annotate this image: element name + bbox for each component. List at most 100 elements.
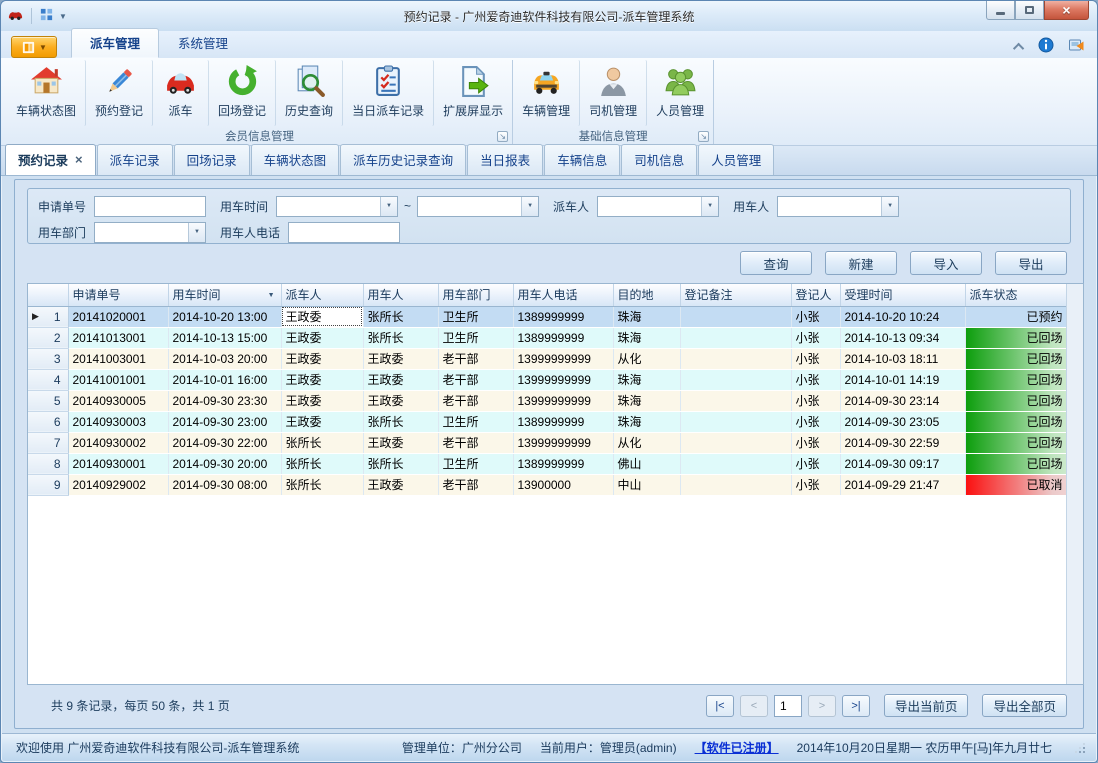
cell-dept[interactable]: 老干部: [438, 474, 513, 495]
cell-dept[interactable]: 老干部: [438, 432, 513, 453]
cell-remark[interactable]: [680, 306, 791, 327]
chevron-down-icon[interactable]: [188, 223, 205, 242]
chevron-down-icon[interactable]: [881, 197, 898, 216]
today-dispatch-records-button[interactable]: 当日派车记录: [343, 60, 434, 126]
cell-status[interactable]: 已回场: [965, 369, 1068, 390]
cell-accept_time[interactable]: 2014-10-20 10:24: [840, 306, 965, 327]
cell-remark[interactable]: [680, 453, 791, 474]
cell-dispatcher[interactable]: 王政委: [281, 369, 363, 390]
cell-dispatcher[interactable]: 张所长: [281, 453, 363, 474]
cell-destination[interactable]: 从化: [613, 432, 680, 453]
use-time-from-combo[interactable]: [276, 196, 398, 217]
chevron-down-icon[interactable]: [380, 197, 397, 216]
history-query-button[interactable]: 历史查询: [276, 60, 343, 126]
cell-request_no[interactable]: 20140930005: [68, 390, 168, 411]
phone-input[interactable]: [288, 222, 400, 243]
table-row[interactable]: 3201410030012014-10-03 20:00王政委王政委老干部139…: [28, 348, 1068, 369]
ribbon-tab-dispatch[interactable]: 派车管理: [71, 28, 159, 58]
reservation-register-button[interactable]: 预约登记: [86, 60, 153, 126]
cell-registrar[interactable]: 小张: [791, 432, 840, 453]
cell-status[interactable]: 已回场: [965, 348, 1068, 369]
doc-tab-5[interactable]: 派车历史记录查询: [340, 144, 466, 175]
cell-user[interactable]: 张所长: [363, 453, 438, 474]
cell-status[interactable]: 已回场: [965, 432, 1068, 453]
cell-request_no[interactable]: 20140930001: [68, 453, 168, 474]
cell-phone[interactable]: 1389999999: [513, 453, 613, 474]
cell-dispatcher[interactable]: 王政委: [281, 348, 363, 369]
cell-phone[interactable]: 13999999999: [513, 369, 613, 390]
cell-remark[interactable]: [680, 432, 791, 453]
export-current-page-button[interactable]: 导出当前页: [884, 694, 969, 717]
doc-tab-2[interactable]: 派车记录: [97, 144, 173, 175]
cell-dispatcher[interactable]: 王政委: [281, 390, 363, 411]
cell-accept_time[interactable]: 2014-10-13 09:34: [840, 327, 965, 348]
table-row[interactable]: 4201410010012014-10-01 16:00王政委王政委老干部139…: [28, 369, 1068, 390]
cell-remark[interactable]: [680, 348, 791, 369]
column-header-registrar[interactable]: 登记人: [791, 284, 840, 306]
return-register-button[interactable]: 回场登记: [209, 60, 276, 126]
export-button[interactable]: 导出: [995, 251, 1067, 275]
cell-destination[interactable]: 珠海: [613, 390, 680, 411]
export-all-pages-button[interactable]: 导出全部页: [982, 694, 1067, 717]
row-indicator-cell[interactable]: 1: [28, 306, 68, 327]
vehicle-status-map-button[interactable]: 车辆状态图: [7, 60, 86, 126]
cell-destination[interactable]: 从化: [613, 348, 680, 369]
column-header-destination[interactable]: 目的地: [613, 284, 680, 306]
table-row[interactable]: 2201410130012014-10-13 15:00王政委张所长卫生所138…: [28, 327, 1068, 348]
cell-user[interactable]: 王政委: [363, 474, 438, 495]
doc-tab-8[interactable]: 司机信息: [621, 144, 697, 175]
doc-tab-4[interactable]: 车辆状态图: [251, 144, 340, 175]
cell-dept[interactable]: 卫生所: [438, 306, 513, 327]
cell-user[interactable]: 王政委: [363, 432, 438, 453]
table-row[interactable]: 7201409300022014-09-30 22:00张所长王政委老干部139…: [28, 432, 1068, 453]
cell-phone[interactable]: 13999999999: [513, 390, 613, 411]
column-header-user[interactable]: 用车人: [363, 284, 438, 306]
cell-registrar[interactable]: 小张: [791, 453, 840, 474]
dialog-launcher-icon[interactable]: ↘: [698, 131, 709, 142]
cell-dept[interactable]: 老干部: [438, 348, 513, 369]
cell-remark[interactable]: [680, 390, 791, 411]
cell-dept[interactable]: 卫生所: [438, 453, 513, 474]
cell-accept_time[interactable]: 2014-10-01 14:19: [840, 369, 965, 390]
dispatcher-combo[interactable]: [597, 196, 719, 217]
row-indicator-cell[interactable]: 8: [28, 453, 68, 474]
cell-dispatcher[interactable]: 王政委: [281, 306, 363, 327]
vehicle-management-button[interactable]: 车辆管理: [513, 60, 580, 126]
chevron-down-icon[interactable]: ▼: [59, 12, 67, 21]
cell-status[interactable]: 已回场: [965, 453, 1068, 474]
row-indicator-cell[interactable]: 6: [28, 411, 68, 432]
doc-tab-9[interactable]: 人员管理: [698, 144, 774, 175]
cell-destination[interactable]: 珠海: [613, 327, 680, 348]
cell-request_no[interactable]: 20140930003: [68, 411, 168, 432]
cell-use_time[interactable]: 2014-10-03 20:00: [168, 348, 281, 369]
doc-tab-1[interactable]: 预约记录: [5, 144, 96, 175]
use-time-to-combo[interactable]: [417, 196, 539, 217]
cell-status[interactable]: 已回场: [965, 390, 1068, 411]
query-button[interactable]: 查询: [740, 251, 812, 275]
cell-accept_time[interactable]: 2014-09-30 23:05: [840, 411, 965, 432]
cell-registrar[interactable]: 小张: [791, 411, 840, 432]
cell-status[interactable]: 已预约: [965, 306, 1068, 327]
column-header-request_no[interactable]: 申请单号: [68, 284, 168, 306]
cell-request_no[interactable]: 20141003001: [68, 348, 168, 369]
registered-link[interactable]: 【软件已注册】: [695, 739, 779, 756]
cell-request_no[interactable]: 20140930002: [68, 432, 168, 453]
cell-request_no[interactable]: 20140929002: [68, 474, 168, 495]
cell-remark[interactable]: [680, 327, 791, 348]
cell-registrar[interactable]: 小张: [791, 390, 840, 411]
vertical-scrollbar[interactable]: [1066, 284, 1083, 684]
row-indicator-cell[interactable]: 5: [28, 390, 68, 411]
cell-request_no[interactable]: 20141013001: [68, 327, 168, 348]
cell-dept[interactable]: 卫生所: [438, 327, 513, 348]
chevron-down-icon[interactable]: [701, 197, 718, 216]
next-page-button[interactable]: >: [808, 695, 836, 717]
driver-management-button[interactable]: 司机管理: [580, 60, 647, 126]
cell-registrar[interactable]: 小张: [791, 474, 840, 495]
help-icon[interactable]: [1068, 37, 1085, 56]
column-header-dept[interactable]: 用车部门: [438, 284, 513, 306]
column-header-accept_time[interactable]: 受理时间: [840, 284, 965, 306]
cell-user[interactable]: 张所长: [363, 306, 438, 327]
cell-destination[interactable]: 珠海: [613, 306, 680, 327]
cell-destination[interactable]: 中山: [613, 474, 680, 495]
cell-phone[interactable]: 1389999999: [513, 327, 613, 348]
